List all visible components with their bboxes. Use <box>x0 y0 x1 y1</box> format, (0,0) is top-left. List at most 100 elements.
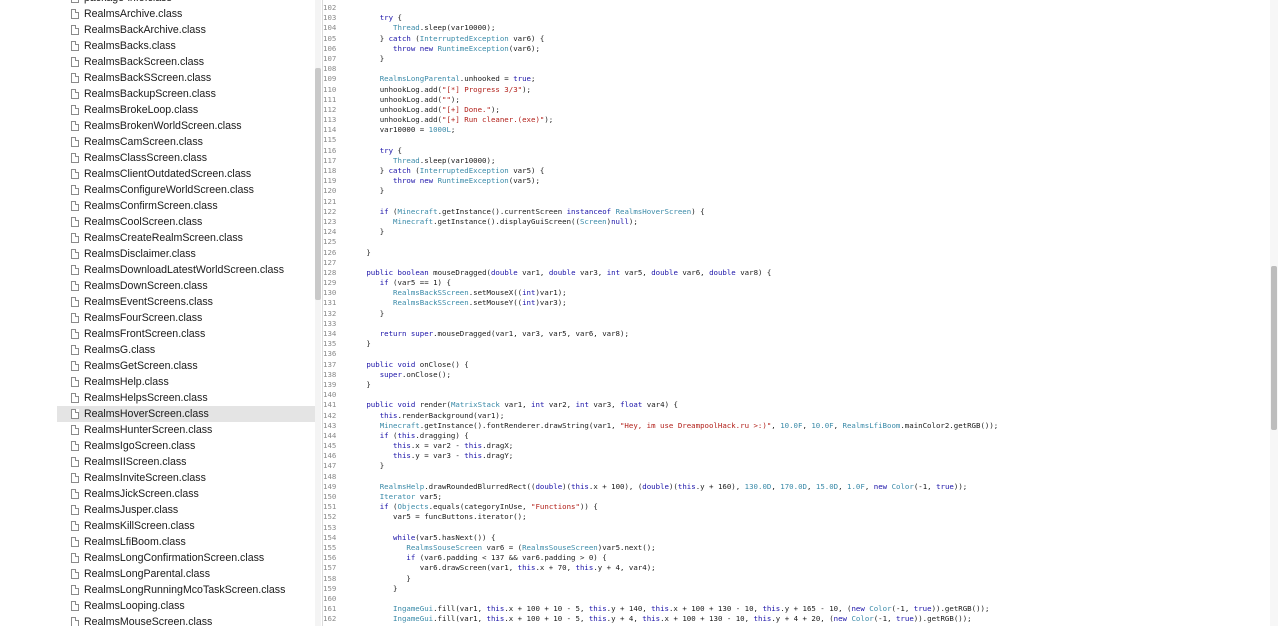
tree-item[interactable]: RealmsBackSScreen.class <box>57 70 315 86</box>
tree-item[interactable]: RealmsIgoScreen.class <box>57 438 315 454</box>
code-text: RealmsHelp.drawRoundedBlurredRect((doubl… <box>379 481 968 491</box>
tree-item[interactable]: RealmsLongParental.class <box>57 566 315 582</box>
tree-item-label: RealmsKillScreen.class <box>84 520 195 532</box>
code-line: 111 unhookLog.add(""); <box>323 95 1269 105</box>
tree-item[interactable]: RealmsG.class <box>57 342 315 358</box>
code-text: var5 = funcButtons.iterator(); <box>353 512 527 522</box>
line-number: 152 <box>323 512 337 522</box>
code-text: unhookLog.add("[*] Progress 3/3"); <box>353 84 531 94</box>
file-icon <box>71 265 79 275</box>
tree-item[interactable]: RealmsKillScreen.class <box>57 518 315 534</box>
tree-item[interactable]: RealmsConfirmScreen.class <box>57 198 315 214</box>
code-line: 108 <box>323 64 1269 74</box>
tree-item-label: RealmsLongParental.class <box>84 568 211 580</box>
line-number: 154 <box>323 532 337 542</box>
tree-item[interactable]: RealmsBackScreen.class <box>57 54 315 70</box>
code-editor[interactable]: 102 103 try {104 Thread.sleep(var10000); 1… <box>322 0 1269 626</box>
tree-item[interactable]: RealmsJusper.class <box>57 502 315 518</box>
line-number: 110 <box>323 84 337 94</box>
code-line: 144 if (this.dragging) { <box>323 431 1269 441</box>
code-line: 143 Minecraft.getInstance().fontRenderer… <box>323 421 1269 431</box>
tree-item[interactable]: RealmsBackupScreen.class <box>57 86 315 102</box>
line-number: 112 <box>323 104 337 114</box>
file-icon <box>71 217 79 227</box>
code-text: } <box>353 379 371 389</box>
file-tree-scrollbar[interactable] <box>315 0 321 626</box>
tree-item[interactable]: RealmsArchive.class <box>57 6 315 22</box>
tree-item[interactable]: RealmsBackArchive.class <box>57 22 315 38</box>
code-text: return super.mouseDragged(var1, var3, va… <box>379 329 629 338</box>
tree-item-label: RealmsDownloadLatestWorldScreen.class <box>84 264 284 276</box>
file-icon <box>71 521 79 531</box>
code-text: if (Objects.equals(categoryInUse, "Funct… <box>379 502 598 512</box>
tree-item-label: RealmsHunterScreen.class <box>84 424 213 436</box>
tree-item[interactable]: RealmsDownloadLatestWorldScreen.class <box>57 262 315 278</box>
tree-item[interactable]: RealmsConfigureWorldScreen.class <box>57 182 315 198</box>
code-line: 131 RealmsBackSScreen.setMouseY((int)var… <box>323 298 1269 308</box>
code-line: 105 } catch (InterruptedException var6) … <box>323 34 1269 44</box>
tree-item-label: RealmsConfigureWorldScreen.class <box>84 184 254 196</box>
tree-item[interactable]: RealmsHoverScreen.class <box>57 406 315 422</box>
line-number: 145 <box>323 441 337 451</box>
line-number: 113 <box>323 115 337 125</box>
tree-item[interactable]: RealmsClassScreen.class <box>57 150 315 166</box>
file-icon <box>71 585 79 595</box>
line-number: 158 <box>323 573 337 583</box>
tree-item[interactable]: RealmsEventScreens.class <box>57 294 315 310</box>
file-icon <box>71 137 79 147</box>
line-number: 139 <box>323 379 337 389</box>
tree-item[interactable]: RealmsGetScreen.class <box>57 358 315 374</box>
tree-item[interactable]: RealmsLfiBoom.class <box>57 534 315 550</box>
code-text: try { <box>379 13 402 23</box>
tree-item[interactable]: RealmsLongConfirmationScreen.class <box>57 550 315 566</box>
tree-item[interactable]: RealmsFrontScreen.class <box>57 326 315 342</box>
tree-item[interactable]: RealmsInviteScreen.class <box>57 470 315 486</box>
tree-item-label: RealmsJickScreen.class <box>84 488 199 500</box>
code-line: 124 } <box>323 227 1269 237</box>
tree-item[interactable]: RealmsDisclaimer.class <box>57 246 315 262</box>
code-text: Thread.sleep(var10000); <box>393 23 496 33</box>
tree-item[interactable]: RealmsIIScreen.class <box>57 454 315 470</box>
tree-item-label: RealmsIgoScreen.class <box>84 440 196 452</box>
tree-item[interactable]: RealmsHelpsScreen.class <box>57 390 315 406</box>
tree-item[interactable]: RealmsFourScreen.class <box>57 310 315 326</box>
tree-item-label: RealmsCreateRealmScreen.class <box>84 232 243 244</box>
code-text: } <box>353 247 371 257</box>
code-scroll-thumb[interactable] <box>1271 266 1277 430</box>
tree-item[interactable]: RealmsBrokenWorldScreen.class <box>57 118 315 134</box>
file-icon <box>71 505 79 515</box>
tree-item[interactable]: RealmsDownScreen.class <box>57 278 315 294</box>
tree-item[interactable]: RealmsHunterScreen.class <box>57 422 315 438</box>
code-text: if (this.dragging) { <box>379 430 469 440</box>
code-line: 135 } <box>323 339 1269 349</box>
tree-item[interactable]: RealmsCoolScreen.class <box>57 214 315 230</box>
file-tree-scroll-thumb[interactable] <box>315 68 321 300</box>
code-line: 136 <box>323 349 1269 359</box>
file-icon <box>71 569 79 579</box>
tree-item[interactable]: RealmsBacks.class <box>57 38 315 54</box>
line-number: 103 <box>323 13 337 23</box>
code-line: 150 Iterator var5; <box>323 492 1269 502</box>
tree-item-label: RealmsBackScreen.class <box>84 56 205 68</box>
line-number: 147 <box>323 461 337 471</box>
code-scrollbar[interactable] <box>1270 0 1278 626</box>
tree-item[interactable]: RealmsClientOutdatedScreen.class <box>57 166 315 182</box>
code-text: public void onClose() { <box>366 359 469 369</box>
line-number: 106 <box>323 43 337 53</box>
tree-item[interactable]: RealmsMouseScreen.class <box>57 614 315 626</box>
tree-item[interactable]: RealmsLongRunningMcoTaskScreen.class <box>57 582 315 598</box>
code-line: 154 while(var5.hasNext()) { <box>323 533 1269 543</box>
tree-item-label: RealmsG.class <box>84 344 156 356</box>
tree-item[interactable]: RealmsJickScreen.class <box>57 486 315 502</box>
line-number: 124 <box>323 227 337 237</box>
code-text: } <box>353 339 371 349</box>
tree-item[interactable]: RealmsLooping.class <box>57 598 315 614</box>
tree-item[interactable]: RealmsHelp.class <box>57 374 315 390</box>
tree-item[interactable]: RealmsCreateRealmScreen.class <box>57 230 315 246</box>
line-number: 104 <box>323 23 337 33</box>
code-text: } catch (InterruptedException var5) { <box>353 166 545 175</box>
tree-item[interactable]: RealmsBrokeLoop.class <box>57 102 315 118</box>
tree-item[interactable]: RealmsCamScreen.class <box>57 134 315 150</box>
file-icon <box>71 233 79 243</box>
code-line: 128 public boolean mouseDragged(double v… <box>323 268 1269 278</box>
